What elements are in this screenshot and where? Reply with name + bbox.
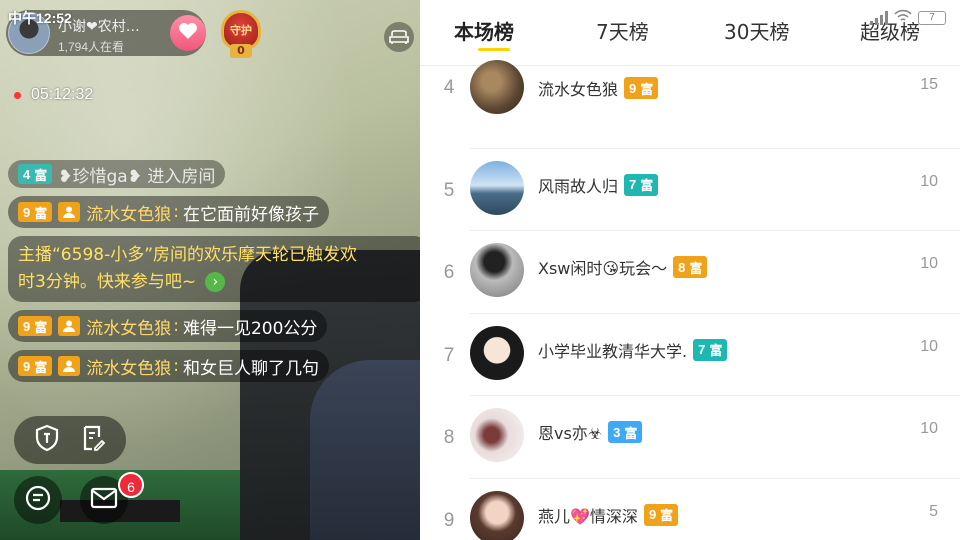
viewer-count: 1,794人在看 <box>58 39 125 54</box>
wealth-level-badge: 7富 <box>624 173 659 196</box>
score: 10 <box>920 255 938 272</box>
avatar[interactable] <box>470 60 524 114</box>
wealth-level-badge: 4富 <box>18 164 53 184</box>
user-icon <box>58 202 81 222</box>
sofa-icon[interactable] <box>384 22 414 52</box>
score: 10 <box>920 337 938 355</box>
chat-username[interactable]: 流水女色狼 <box>86 314 171 339</box>
avatar[interactable] <box>470 490 524 540</box>
leaderboard-tabs: 本场榜 7天榜 30天榜 超级榜 7 <box>420 0 960 66</box>
edit-doc-icon[interactable] <box>80 424 106 456</box>
user-icon <box>58 316 81 336</box>
status-time: 中午12:52 <box>8 10 72 26</box>
heart-follow-icon <box>178 22 198 45</box>
rank-number: 4 <box>443 77 455 98</box>
leaderboard-row[interactable]: 8 恩vs亦☣ 3富 10 <box>420 396 960 479</box>
live-stream-view[interactable]: 小谢❤农村… 1,794人在看 中午12:52 守护 0 05:12:32 4富… <box>0 0 420 540</box>
chat-text: 和女巨人聊了几句 <box>182 358 319 379</box>
rank-number: 8 <box>443 427 455 448</box>
chat-message[interactable]: 9富 流水女色狼: 在它面前好像孩子 <box>8 196 329 228</box>
avatar[interactable] <box>470 160 524 215</box>
system-notice-message[interactable]: 主播“6598-小多”房间的欢乐摩天轮已触发欢 时3分钟。快来参与吧~ › <box>8 236 420 302</box>
user-name: Xsw闲时😘玩会～ <box>538 259 668 278</box>
user-name: 小学毕业教清华大学. <box>538 341 688 361</box>
follow-button[interactable] <box>170 15 206 51</box>
score: 10 <box>920 420 938 437</box>
chat-text: 难得一见200公分 <box>182 318 318 339</box>
leaderboard-panel: 本场榜 7天榜 30天榜 超级榜 7 4 流水女色狼 9富 15 5 风雨故人归… <box>420 0 960 540</box>
user-name: 风雨故人归 <box>538 176 619 196</box>
chat-username[interactable]: 流水女色狼 <box>86 354 171 379</box>
rank-number: 7 <box>443 344 455 366</box>
chevron-right-icon[interactable]: › <box>205 272 226 292</box>
mail-icon <box>90 487 118 513</box>
avatar[interactable] <box>470 408 524 462</box>
wealth-level-badge: 9富 <box>624 77 659 99</box>
wealth-level-badge: 3富 <box>608 421 643 443</box>
chat-feed[interactable]: 4富 ❥珍惜ga❥ 进入房间 9富 流水女色狼: 在它面前好像孩子 主播“659… <box>8 160 420 390</box>
chat-bubble-icon <box>24 484 52 516</box>
wealth-level-badge: 9富 <box>18 356 53 376</box>
tab-current-show[interactable]: 本场榜 <box>454 16 514 45</box>
wealth-level-badge: 7富 <box>693 338 728 361</box>
unread-message-badge: 6 <box>118 472 144 498</box>
leaderboard-row[interactable]: 7 小学毕业教清华大学. 7富 10 <box>420 314 960 396</box>
avatar[interactable] <box>470 243 524 297</box>
guard-count: 0 <box>230 44 252 58</box>
score: 5 <box>929 502 938 520</box>
wealth-level-badge: 9富 <box>18 316 53 336</box>
leaderboard-row[interactable]: 4 流水女色狼 9富 15 <box>420 60 960 149</box>
leaderboard-list[interactable]: 4 流水女色狼 9富 15 5 风雨故人归 7富 10 6 Xsw闲时😘玩会～ <box>420 60 960 540</box>
chat-message[interactable]: 9富 流水女色狼: 和女巨人聊了几句 <box>8 350 329 382</box>
tab-30-days[interactable]: 30天榜 <box>724 16 789 45</box>
live-timer-text: 05:12:32 <box>31 86 94 103</box>
user-name: 流水女色狼 <box>538 80 619 99</box>
wealth-level-badge: 9富 <box>18 202 53 222</box>
guard-shield-icon[interactable] <box>34 424 60 456</box>
battery-icon: 7 <box>918 10 946 25</box>
rank-number: 9 <box>443 509 455 531</box>
score: 15 <box>920 76 938 93</box>
wealth-level-badge: 9富 <box>643 503 679 526</box>
tools-pill <box>14 416 126 464</box>
leaderboard-row[interactable]: 6 Xsw闲时😘玩会～ 8富 10 <box>420 231 960 314</box>
signal-icon <box>870 10 888 25</box>
chat-button[interactable] <box>14 476 62 524</box>
chat-username[interactable]: 流水女色狼 <box>86 200 171 225</box>
chat-text: 在它面前好像孩子 <box>182 204 319 225</box>
live-dot-icon <box>14 91 21 99</box>
chat-message[interactable]: 9富 流水女色狼: 难得一见200公分 <box>8 310 328 342</box>
user-name: 燕儿💖情深深 <box>538 506 638 526</box>
host-name: 小谢❤农村… <box>58 18 140 35</box>
live-timer: 05:12:32 <box>14 86 93 104</box>
guard-badge[interactable]: 守护 0 <box>214 10 268 60</box>
leaderboard-row[interactable]: 5 风雨故人归 7富 10 <box>420 149 960 231</box>
tab-7-days[interactable]: 7天榜 <box>596 16 649 45</box>
system-notice-line2: 时3分钟。快来参与吧~ <box>18 272 197 292</box>
chat-text: ❥珍惜ga❥ 进入房间 <box>58 166 216 187</box>
user-icon <box>58 356 81 376</box>
system-notice-line1: 主播“6598-小多”房间的欢乐摩天轮已触发欢 <box>18 245 358 265</box>
wealth-level-badge: 8富 <box>673 256 708 278</box>
chat-enter-message: 4富 ❥珍惜ga❥ 进入房间 <box>8 160 226 188</box>
active-tab-indicator <box>478 48 510 51</box>
leaderboard-row[interactable]: 9 燕儿💖情深深 9富 5 <box>420 479 960 540</box>
user-name: 恩vs亦☣ <box>538 424 603 443</box>
rank-number: 6 <box>443 262 455 283</box>
avatar[interactable] <box>470 325 524 380</box>
rank-number: 5 <box>443 179 455 201</box>
score: 10 <box>920 172 938 190</box>
wifi-icon <box>894 8 912 27</box>
status-icons: 7 <box>870 8 946 27</box>
